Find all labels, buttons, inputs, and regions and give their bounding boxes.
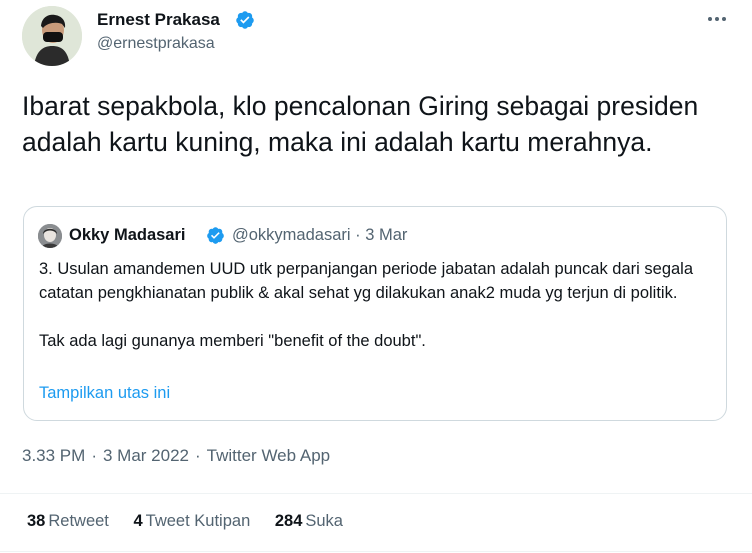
- tweet-text: Ibarat sepakbola, klo pencalonan Giring …: [22, 91, 699, 157]
- more-options-icon[interactable]: [706, 8, 728, 30]
- author-avatar[interactable]: [22, 6, 82, 66]
- author-name[interactable]: Ernest Prakasa: [97, 10, 220, 30]
- quotes-label: Tweet Kutipan: [145, 512, 251, 530]
- retweets-label: Retweet: [48, 512, 109, 530]
- quoted-text: 3. Usulan amandemen UUD utk perpanjangan…: [39, 257, 719, 353]
- show-thread-link[interactable]: Tampilkan utas ini: [39, 384, 170, 403]
- likes-label: Suka: [305, 512, 343, 530]
- separator-dot: ·: [91, 446, 97, 465]
- separator-dot: ·: [355, 226, 361, 244]
- quoted-avatar[interactable]: [38, 224, 62, 248]
- verified-badge-icon: [206, 226, 225, 245]
- tweet-meta: 3.33 PM · 3 Mar 2022 · Twitter Web App: [22, 446, 330, 466]
- divider: [0, 551, 752, 552]
- quoted-handle-date: @okkymadasari · 3 Mar: [232, 226, 407, 245]
- verified-badge-icon: [235, 10, 255, 30]
- likes-stat[interactable]: 284 Suka: [275, 512, 343, 530]
- quoted-paragraph: 3. Usulan amandemen UUD utk perpanjangan…: [39, 260, 694, 302]
- quoted-tweet[interactable]: Okky Madasari @okkymadasari · 3 Mar 3. U…: [23, 206, 727, 421]
- tweet: Ernest Prakasa @ernestprakasa Ibarat sep…: [0, 0, 752, 553]
- separator-dot: ·: [194, 446, 201, 465]
- tweet-date[interactable]: 3 Mar 2022: [103, 446, 189, 465]
- quoted-author-name[interactable]: Okky Madasari: [69, 226, 185, 245]
- likes-count: 284: [274, 512, 303, 530]
- quotes-count: 4: [133, 512, 143, 530]
- quoted-paragraph: Tak ada lagi gunanya memberi "benefit of…: [39, 332, 426, 350]
- divider: [0, 493, 752, 494]
- quotes-stat[interactable]: 4 Tweet Kutipan: [133, 512, 250, 530]
- tweet-source[interactable]: Twitter Web App: [207, 446, 330, 465]
- retweets-count: 38: [27, 512, 46, 530]
- author-handle[interactable]: @ernestprakasa: [97, 35, 215, 53]
- tweet-time[interactable]: 3.33 PM: [22, 446, 85, 465]
- tweet-stats: 38 Retweet 4 Tweet Kutipan 284 Suka: [27, 512, 363, 531]
- quoted-date[interactable]: 3 Mar: [365, 226, 407, 244]
- retweets-stat[interactable]: 38 Retweet: [27, 512, 109, 530]
- quoted-handle[interactable]: @okkymadasari: [232, 226, 351, 244]
